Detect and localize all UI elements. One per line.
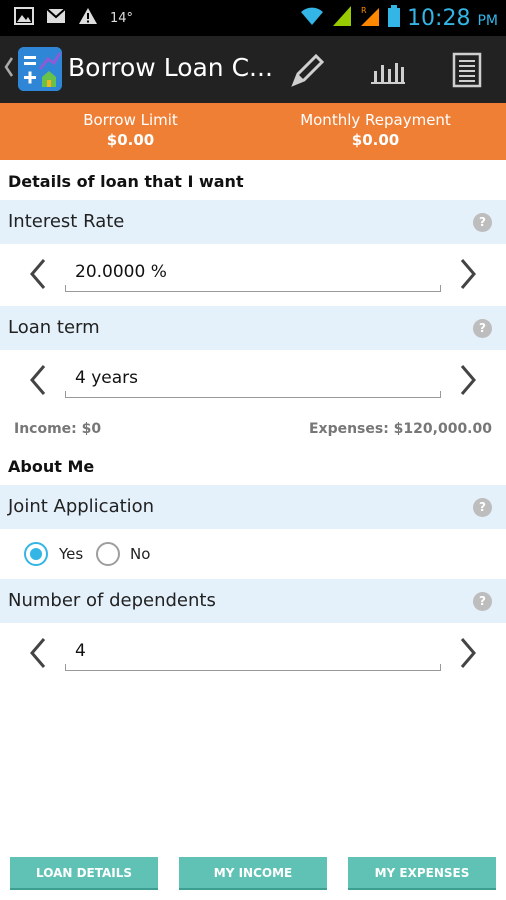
joint-application-label: Joint Application <box>8 496 155 517</box>
mail-icon <box>46 8 66 28</box>
increase-term-chevron-icon[interactable] <box>452 360 482 400</box>
expenses-total: Expenses: $120,000.00 <box>308 421 492 437</box>
totals-row: Income: $0 Expenses: $120,000.00 <box>0 421 506 441</box>
interest-rate-value: 20.0000 % <box>75 262 167 282</box>
loan-term-header: Loan term ? <box>0 306 506 350</box>
loan-details-button[interactable]: LOAN DETAILS <box>10 857 158 890</box>
loan-term-label: Loan term <box>8 317 100 338</box>
radio-yes[interactable] <box>24 542 48 566</box>
document-icon[interactable] <box>443 47 491 93</box>
monthly-repayment-value: $0.00 <box>351 131 400 149</box>
dependents-label: Number of dependents <box>8 590 216 611</box>
dependents-stepper: 4 <box>0 623 506 683</box>
joint-application-radio-group: Yes No <box>0 531 506 575</box>
interest-rate-stepper: 20.0000 % <box>0 244 506 304</box>
help-icon[interactable]: ? <box>473 213 492 232</box>
dependents-header: Number of dependents ? <box>0 579 506 623</box>
monthly-repayment-label: Monthly Repayment <box>300 111 451 129</box>
my-expenses-button[interactable]: MY EXPENSES <box>348 857 496 890</box>
monthly-repayment: Monthly Repayment $0.00 <box>249 111 502 149</box>
borrow-limit-value: $0.00 <box>106 131 155 149</box>
svg-text:R: R <box>361 6 367 15</box>
income-total: Income: $0 <box>14 421 102 437</box>
increase-interest-chevron-icon[interactable] <box>452 254 482 294</box>
loan-section-title: Details of loan that I want <box>8 172 244 191</box>
joint-application-header: Joint Application ? <box>0 485 506 529</box>
interest-rate-label: Interest Rate <box>8 211 125 232</box>
help-icon[interactable]: ? <box>473 592 492 611</box>
wifi-icon <box>299 5 325 31</box>
app-calculator-icon[interactable] <box>18 47 62 91</box>
clock: 10:28 PM <box>407 6 498 31</box>
dependents-input[interactable]: 4 <box>65 629 441 671</box>
interest-rate-header: Interest Rate ? <box>0 200 506 244</box>
clock-time: 10:28 <box>407 5 471 31</box>
loan-term-value: 4 years <box>75 368 139 388</box>
warning-icon <box>78 7 98 29</box>
pencil-icon[interactable] <box>284 47 332 93</box>
action-bar: Borrow Loan C... <box>0 36 506 103</box>
interest-rate-input[interactable]: 20.0000 % <box>65 250 441 292</box>
clock-ampm: PM <box>477 12 498 29</box>
my-income-button[interactable]: MY INCOME <box>179 857 327 890</box>
loan-term-stepper: 4 years <box>0 350 506 410</box>
radio-no[interactable] <box>96 542 120 566</box>
help-icon[interactable]: ? <box>473 498 492 517</box>
dependents-value: 4 <box>75 641 86 661</box>
summary-bar: Borrow Limit $0.00 Monthly Repayment $0.… <box>0 103 506 160</box>
increase-dependents-chevron-icon[interactable] <box>452 633 482 673</box>
temperature-text: 14° <box>110 10 134 26</box>
decrease-term-chevron-icon[interactable] <box>24 360 54 400</box>
bar-chart-icon[interactable] <box>364 47 412 93</box>
status-bar: 14° R 10:28 PM <box>0 0 506 36</box>
signal-roaming-icon: R <box>359 4 381 32</box>
signal-icon <box>331 4 353 32</box>
borrow-limit-label: Borrow Limit <box>83 111 178 129</box>
radio-no-label[interactable]: No <box>130 545 150 563</box>
decrease-dependents-chevron-icon[interactable] <box>24 633 54 673</box>
back-chevron-icon[interactable] <box>4 56 14 84</box>
battery-icon <box>387 4 401 32</box>
help-icon[interactable]: ? <box>473 319 492 338</box>
borrow-limit: Borrow Limit $0.00 <box>4 111 257 149</box>
app-title: Borrow Loan C... <box>68 53 273 82</box>
radio-yes-label[interactable]: Yes <box>59 545 83 563</box>
about-section-title: About Me <box>8 457 95 476</box>
decrease-interest-chevron-icon[interactable] <box>24 254 54 294</box>
gallery-icon <box>14 7 34 29</box>
loan-term-input[interactable]: 4 years <box>65 356 441 398</box>
